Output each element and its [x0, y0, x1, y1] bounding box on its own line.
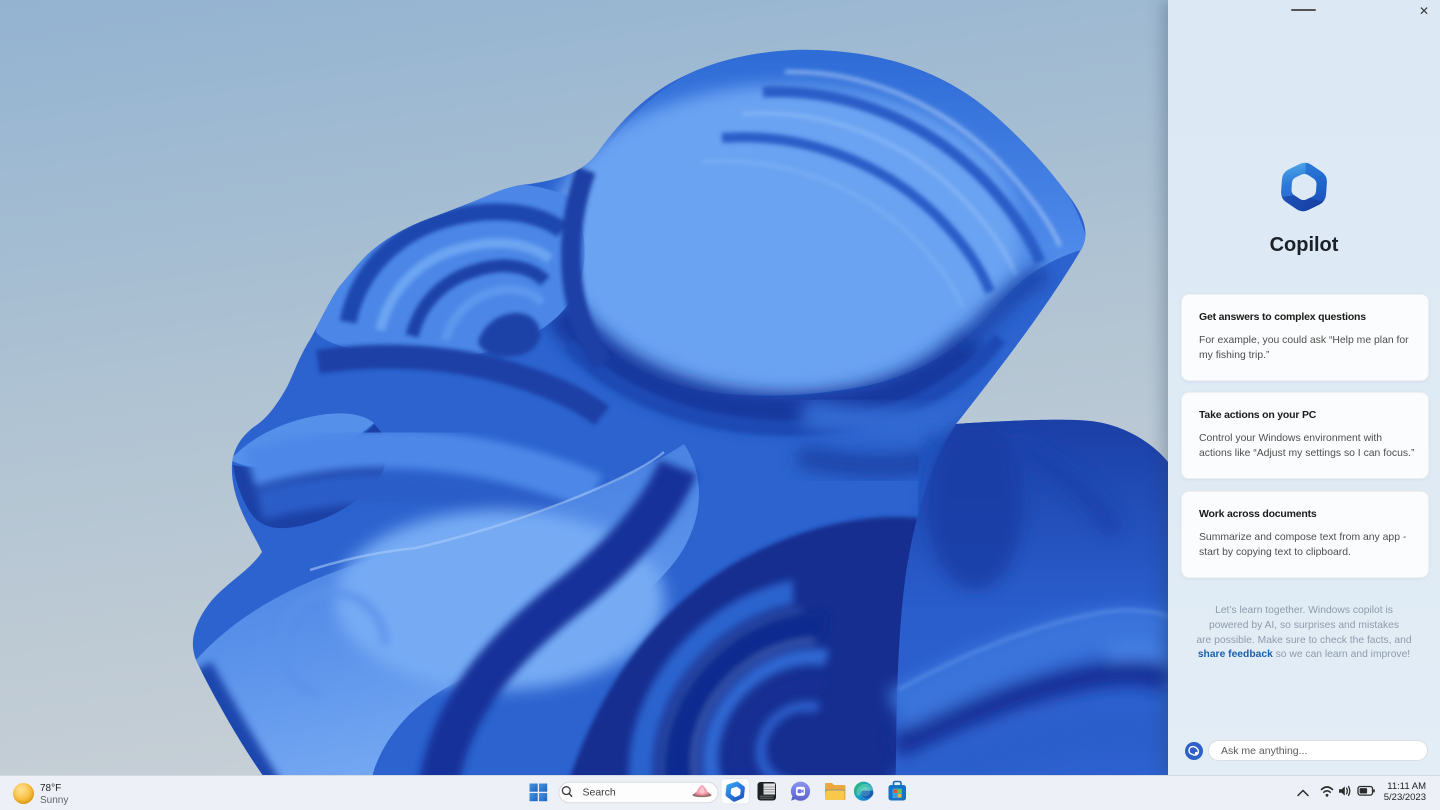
- svg-text:Search: Search: [583, 787, 616, 799]
